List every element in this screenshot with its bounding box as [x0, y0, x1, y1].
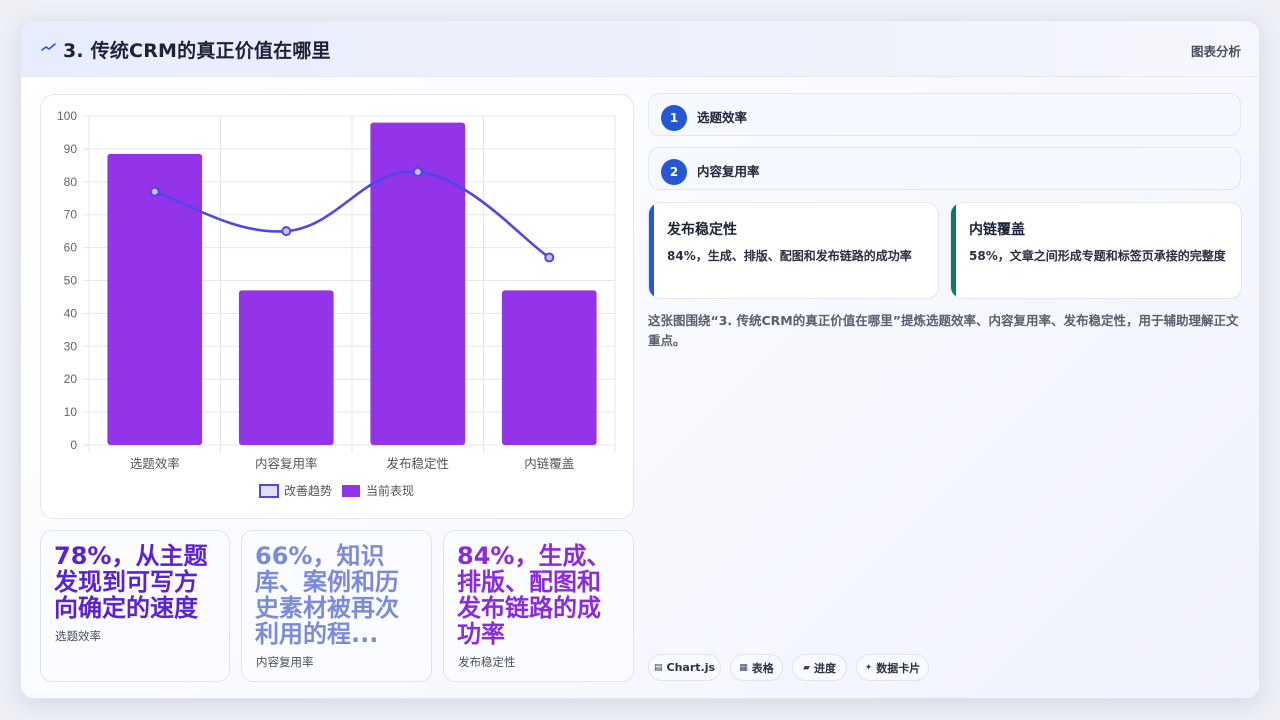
x-tick-label: 内容复用率	[255, 456, 318, 471]
stat-card-publish-stability: 84%，生成、排版、配图和发布链路的成功率 发布稳定性	[443, 530, 634, 682]
stat-label: 选题效率	[55, 629, 101, 643]
step-item-2[interactable]: 2 内容复用率	[648, 147, 1241, 190]
stat-card-content-reuse: 66%，知识库、案例和历史素材被再次利用的程... 内容复用率	[241, 530, 432, 682]
tag-data-cards[interactable]: ✦ 数据卡片	[856, 654, 929, 681]
stat-label: 发布稳定性	[458, 655, 516, 669]
metric-card-publish-stability: 发布稳定性 84%，生成、排版、配图和发布链路的成功率	[648, 202, 939, 299]
step-number-badge: 2	[661, 159, 687, 185]
legend-swatch-trend	[259, 484, 279, 498]
tag-label: 表格	[751, 661, 774, 675]
page-title: 3. 传统CRM的真正价值在哪里	[63, 40, 331, 62]
y-tick-label: 40	[64, 306, 78, 320]
x-tick-label: 内链覆盖	[524, 456, 574, 471]
step-item-1[interactable]: 1 选题效率	[648, 93, 1241, 136]
chart-description: 这张图围绕“3. 传统CRM的真正价值在哪里”提炼选题效率、内容复用率、发布稳定…	[648, 313, 1239, 348]
card-header: 3. 传统CRM的真正价值在哪里 图表分析	[21, 21, 1259, 77]
bar	[501, 290, 597, 445]
metric-description: 84%，生成、排版、配图和发布链路的成功率	[667, 249, 912, 263]
y-tick-label: 100	[57, 109, 77, 123]
stat-value: 78%，从主题发现到可写方向确定的速度	[54, 542, 208, 622]
stat-card-selection-efficiency: 78%，从主题发现到可写方向确定的速度 选题效率	[40, 530, 230, 682]
tag-table[interactable]: ▦ 表格	[730, 654, 783, 681]
data-card-icon: ✦	[864, 662, 873, 673]
step-label: 选题效率	[697, 110, 748, 125]
legend-label: 当前表现	[366, 483, 414, 498]
y-tick-label: 50	[64, 274, 78, 288]
tag-chartjs[interactable]: ▤ Chart.js	[648, 654, 721, 681]
tag-label: 数据卡片	[876, 661, 921, 675]
stat-value: 84%，生成、排版、配图和发布链路的成功率	[457, 542, 611, 648]
bar	[238, 290, 334, 445]
chart-analysis-label: 图表分析	[1190, 44, 1241, 59]
y-tick-label: 70	[64, 208, 78, 222]
y-tick-label: 90	[64, 142, 78, 156]
y-tick-label: 60	[64, 241, 78, 255]
chart-panel: 0 10 20 30 40 50 60 70 80 90 100 选题效率 内容复用率 发布稳定性 内链覆盖…	[40, 94, 634, 519]
chart-js-icon: ▤	[653, 662, 663, 673]
tag-label: 进度	[813, 661, 836, 675]
legend-swatch-current	[342, 485, 360, 497]
analysis-card: 3. 传统CRM的真正价值在哪里 图表分析 0 10 20 30 40 50 60 70 80 9…	[20, 20, 1260, 699]
trend-point	[412, 166, 423, 177]
trend-point	[281, 226, 292, 237]
trend-line-icon	[41, 43, 56, 51]
metric-title: 发布稳定性	[667, 222, 737, 238]
stat-label: 内容复用率	[256, 655, 314, 669]
table-icon: ▦	[739, 662, 748, 673]
y-tick-label: 0	[70, 438, 77, 452]
tag-label: Chart.js	[666, 661, 716, 674]
metric-accent-bar	[951, 203, 956, 298]
step-number-badge: 1	[661, 105, 687, 131]
step-label: 内容复用率	[697, 164, 760, 179]
metric-card-internal-links: 内链覆盖 58%，文章之间形成专题和标签页承接的完整度	[950, 202, 1242, 299]
stat-value: 66%，知识库、案例和历史素材被再次利用的程...	[255, 542, 399, 648]
tag-progress[interactable]: ▰ 进度	[792, 654, 847, 681]
y-tick-label: 80	[64, 175, 78, 189]
metric-description: 58%，文章之间形成专题和标签页承接的完整度	[969, 249, 1226, 263]
y-tick-label: 20	[64, 372, 78, 386]
bar	[107, 153, 203, 445]
legend-label: 改善趋势	[284, 483, 332, 498]
x-tick-label: 发布稳定性	[386, 456, 449, 471]
progress-icon: ▰	[803, 662, 810, 673]
combo-chart: 0 10 20 30 40 50 60 70 80 90 100 选题效率 内容复用率 发布稳定性 内链覆盖…	[57, 109, 616, 498]
y-tick-label: 10	[64, 405, 78, 419]
x-tick-label: 选题效率	[130, 456, 180, 471]
trend-point	[544, 252, 555, 263]
y-tick-label: 30	[64, 339, 78, 353]
metric-title: 内链覆盖	[969, 222, 1025, 238]
trend-point	[149, 186, 160, 197]
metric-accent-bar	[649, 203, 654, 298]
